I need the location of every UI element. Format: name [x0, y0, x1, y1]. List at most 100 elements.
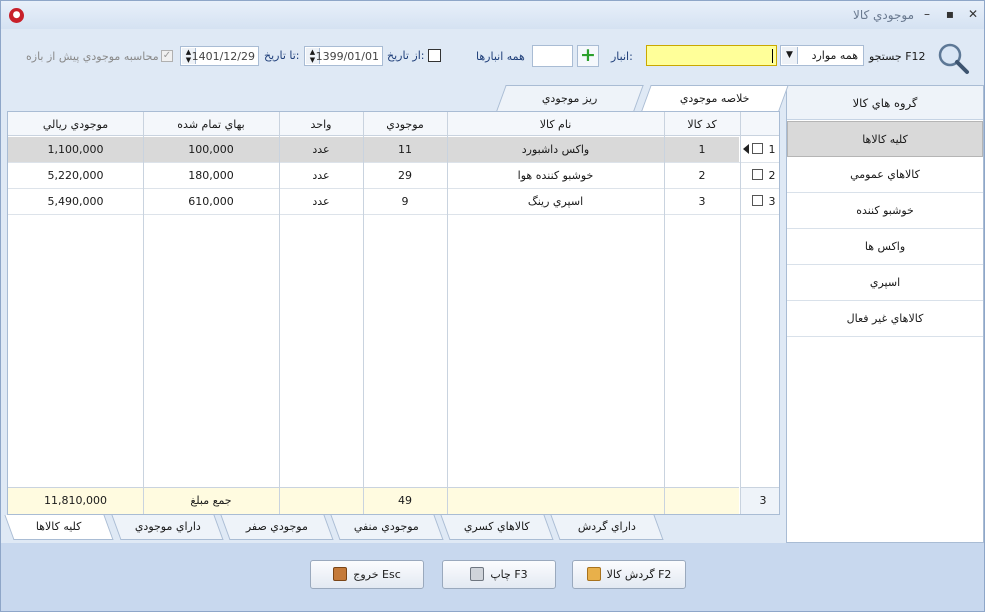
title-bar: ● موجودي كالا – ▪ ✕	[1, 1, 984, 29]
row-checkbox[interactable]	[752, 195, 763, 206]
cell-code: 1	[698, 143, 706, 156]
column-header-cost[interactable]: بهاي تمام شده	[143, 118, 279, 131]
cell-code: 3	[698, 195, 706, 208]
footer-row-count: 3	[759, 494, 767, 507]
search-icon[interactable]	[936, 41, 970, 75]
tab-label: موجودي منفي	[354, 520, 420, 533]
all-warehouses-label[interactable]: همه انبارها	[476, 50, 525, 63]
from-date-input[interactable]: ▲ ▼ 1399/01/01	[304, 46, 383, 66]
maximize-button[interactable]: ▪	[942, 6, 958, 22]
tab-negative-stock[interactable]: موجودي منفي	[330, 515, 444, 540]
bottom-action-bar: گردش كالا F2 چاپ F3 خروج Esc	[1, 543, 984, 611]
cell-cost: 100,000	[188, 143, 234, 156]
footer-sum-label: جمع مبلغ	[190, 494, 232, 507]
search-mode-select[interactable]: ▼ همه موارد	[780, 45, 864, 66]
inventory-window: ● موجودي كالا – ▪ ✕ جستجو F12 ▼ همه موار…	[0, 0, 985, 612]
tab-label: موجودي صفر	[245, 520, 308, 533]
row-checkbox[interactable]	[752, 143, 763, 154]
tab-label: داراي موجودي	[134, 520, 201, 533]
column-divider	[279, 112, 280, 514]
tab-in-stock[interactable]: داراي موجودي	[111, 515, 224, 540]
exit-button[interactable]: خروج Esc	[310, 560, 424, 589]
cell-name: خوشبو كننده هوا	[517, 169, 594, 182]
tab-label: كليه كالاها	[36, 520, 82, 533]
group-item-sprays[interactable]: اسپري	[787, 265, 983, 301]
tab-with-turnover[interactable]: داراي گردش	[550, 515, 664, 540]
group-item-all[interactable]: كليه كالاها	[787, 121, 983, 157]
print-button[interactable]: چاپ F3	[442, 560, 556, 589]
printer-icon	[470, 567, 485, 581]
cell-value: 1,100,000	[47, 143, 104, 156]
cell-unit: عدد	[312, 169, 330, 182]
row-checkbox[interactable]	[752, 169, 763, 180]
column-divider	[363, 112, 364, 514]
warehouse-input[interactable]	[532, 45, 573, 67]
text-cursor	[772, 49, 773, 63]
group-item-fresheners[interactable]: خوشبو كننده	[787, 193, 983, 229]
cell-unit: عدد	[312, 143, 330, 156]
cell-name: واكس داشبورد	[521, 143, 590, 156]
filter-toolbar: جستجو F12 ▼ همه موارد انبار: + همه انبار…	[1, 29, 984, 85]
tab-details[interactable]: ريز موجودي	[496, 85, 644, 111]
print-button-label: چاپ F3	[490, 568, 528, 581]
tab-label: كالاهاي كسري	[463, 520, 530, 533]
warehouse-label: انبار:	[611, 50, 633, 63]
search-input[interactable]	[646, 45, 777, 66]
window-title: موجودي كالا	[852, 8, 914, 22]
tab-zero-stock[interactable]: موجودي صفر	[220, 515, 334, 540]
cell-value: 5,220,000	[47, 169, 104, 182]
inventory-grid: كد كالا نام كالا موجودي واحد بهاي تمام ش…	[7, 111, 780, 515]
row-number: 3	[768, 195, 776, 208]
group-item-waxes[interactable]: واكس ها	[787, 229, 983, 265]
column-divider	[143, 112, 144, 514]
from-date-label: از تاريخ:	[387, 49, 425, 62]
close-button[interactable]: ✕	[965, 6, 981, 22]
row-number: 1	[768, 143, 776, 156]
column-header-stock[interactable]: موجودي	[363, 118, 447, 131]
cell-value: 5,490,000	[47, 195, 104, 208]
tab-label: داراي گردش	[577, 520, 636, 533]
from-date-checkbox[interactable]	[428, 49, 441, 62]
chevron-down-icon[interactable]: ▼	[782, 47, 798, 64]
column-divider	[447, 112, 448, 514]
tab-all-products[interactable]: كليه كالاها	[4, 515, 114, 540]
column-header-name[interactable]: نام كالا	[447, 118, 664, 131]
pre-range-label: محاسبه موجودي پيش از بازه	[26, 50, 159, 63]
column-divider	[664, 112, 665, 514]
turnover-button[interactable]: گردش كالا F2	[572, 560, 686, 589]
to-date-label: تا تاريخ:	[264, 49, 300, 62]
turnover-button-label: گردش كالا F2	[606, 568, 672, 581]
tab-summary-label: خلاصه موجودي	[679, 92, 750, 105]
to-date-value: 1401/12/29	[191, 50, 255, 63]
groups-header: گروه هاي كالا	[787, 86, 983, 120]
footer-value-total: 11,810,000	[44, 494, 107, 507]
folder-icon	[586, 567, 601, 581]
pre-range-checkbox[interactable]: ✓	[161, 50, 173, 62]
column-divider	[740, 112, 741, 514]
cell-unit: عدد	[312, 195, 330, 208]
column-header-code[interactable]: كد كالا	[664, 118, 740, 131]
exit-door-icon	[333, 567, 348, 581]
footer-stock-total: 49	[398, 494, 412, 507]
cell-stock: 29	[398, 169, 412, 182]
app-logo-icon: ●	[9, 8, 24, 23]
to-date-input[interactable]: ▲ ▼ 1401/12/29	[180, 46, 259, 66]
cell-stock: 9	[401, 195, 409, 208]
column-header-value[interactable]: موجودي ريالي	[8, 118, 143, 131]
cell-code: 2	[698, 169, 706, 182]
group-item-inactive[interactable]: كالاهاي غير فعال	[787, 301, 983, 337]
cell-stock: 11	[398, 143, 412, 156]
current-row-arrow-icon	[743, 144, 749, 154]
minimize-button[interactable]: –	[919, 6, 935, 22]
cell-cost: 610,000	[188, 195, 234, 208]
tab-shortage[interactable]: كالاهاي كسري	[440, 515, 554, 540]
from-date-value: 1399/01/01	[315, 50, 379, 63]
cell-cost: 180,000	[188, 169, 234, 182]
product-groups-panel: گروه هاي كالا كليه كالاها كالاهاي عمومي …	[786, 85, 984, 543]
search-mode-value: همه موارد	[811, 49, 858, 62]
group-item-general[interactable]: كالاهاي عمومي	[787, 157, 983, 193]
exit-button-label: خروج Esc	[353, 568, 401, 581]
tab-summary[interactable]: خلاصه موجودي	[641, 85, 789, 111]
add-warehouse-button[interactable]: +	[577, 45, 599, 67]
column-header-unit[interactable]: واحد	[279, 118, 363, 131]
